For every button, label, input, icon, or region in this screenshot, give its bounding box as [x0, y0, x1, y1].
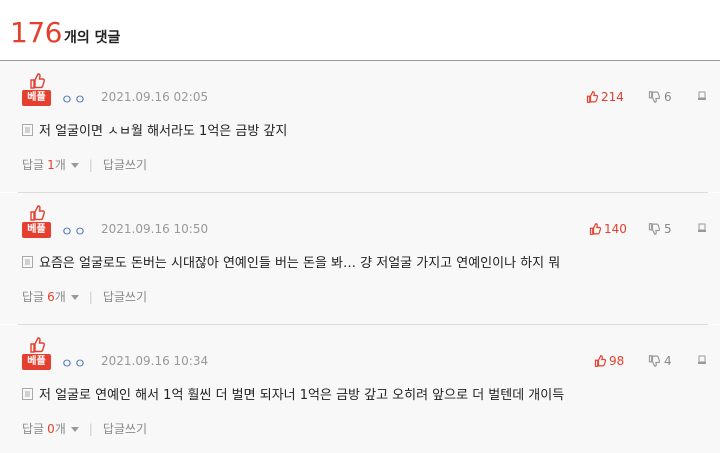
reply-toggle[interactable]: 답글 1개	[22, 156, 66, 173]
best-comment-badge: 베플	[22, 205, 52, 239]
reply-label: 답글	[22, 290, 45, 304]
reply-label: 답글	[22, 158, 45, 172]
comment-count-header: 176 개의 댓글	[10, 18, 120, 48]
write-reply-button[interactable]: 답글쓰기	[103, 156, 147, 173]
comment-date: 2021.09.16 02:05	[101, 90, 209, 104]
reply-toggle[interactable]: 답글 6개	[22, 288, 66, 305]
action-divider: |	[88, 289, 93, 304]
best-tag: 베플	[22, 354, 51, 370]
comment-item: 베플 ㅇㅇ 2021.09.16 10:34 98 4 저 얼굴로 연예인 해서…	[0, 325, 720, 453]
document-icon	[22, 255, 33, 268]
comment-date: 2021.09.16 10:34	[101, 354, 209, 368]
action-divider: |	[88, 157, 93, 172]
reply-count-suffix: 개	[54, 158, 66, 172]
comment-item: 베플 ㅇㅇ 2021.09.16 10:50 140 5 요즘은 얼굴로도 돈버…	[0, 193, 720, 324]
comment-author[interactable]: ㅇㅇ	[61, 89, 87, 108]
comment-text: 저 얼굴이면 ㅅㅂ월 해서라도 1억은 금방 갚지	[39, 124, 288, 139]
comment-count: 176	[10, 16, 62, 49]
comment-actions: 답글 1개 | 답글쓰기	[22, 156, 147, 173]
reply-toggle[interactable]: 답글 0개	[22, 420, 66, 437]
comment-item: 베플 ㅇㅇ 2021.09.16 02:05 214 6 저 얼굴이면 ㅅㅂ월 …	[0, 61, 720, 192]
reply-label: 답글	[22, 422, 45, 436]
report-icon[interactable]	[697, 223, 707, 233]
like-button[interactable]: 98	[594, 354, 624, 368]
best-comment-badge: 베플	[22, 337, 52, 371]
dislike-count: 4	[664, 354, 672, 368]
chevron-down-icon[interactable]	[70, 163, 79, 168]
document-icon	[22, 123, 33, 136]
comment-body: 요즘은 얼굴로도 돈버는 시대잖아 연예인들 버는 돈을 봐… 걍 저얼굴 가지…	[22, 252, 560, 271]
comment-date: 2021.09.16 10:50	[101, 222, 209, 236]
reply-count: 0	[47, 422, 55, 436]
report-icon[interactable]	[697, 355, 707, 365]
best-comment-badge: 베플	[22, 73, 52, 107]
reply-count: 6	[47, 290, 55, 304]
comment-count-label: 개의 댓글	[63, 30, 121, 46]
comment-author[interactable]: ㅇㅇ	[61, 221, 87, 240]
dislike-button[interactable]: 6	[648, 90, 672, 104]
comment-text: 저 얼굴로 연예인 해서 1억 훨씬 더 벌면 되자너 1억은 금방 갚고 오히…	[39, 388, 565, 403]
comment-actions: 답글 6개 | 답글쓰기	[22, 288, 147, 305]
reply-count-suffix: 개	[54, 422, 66, 436]
best-thumbs-up-icon	[30, 337, 45, 353]
comment-author[interactable]: ㅇㅇ	[61, 353, 87, 372]
dislike-button[interactable]: 5	[648, 222, 672, 236]
dislike-count: 5	[664, 222, 672, 236]
best-tag: 베플	[22, 222, 51, 238]
thumbs-down-icon	[648, 223, 660, 235]
like-button[interactable]: 140	[589, 222, 627, 236]
like-count: 98	[609, 354, 625, 368]
like-count: 214	[601, 90, 624, 104]
document-icon	[22, 387, 33, 400]
comment-text: 요즘은 얼굴로도 돈버는 시대잖아 연예인들 버는 돈을 봐… 걍 저얼굴 가지…	[39, 256, 561, 271]
dislike-button[interactable]: 4	[648, 354, 672, 368]
thumbs-down-icon	[648, 91, 660, 103]
like-button[interactable]: 214	[586, 90, 624, 104]
chevron-down-icon[interactable]	[70, 295, 79, 300]
report-icon[interactable]	[697, 91, 707, 101]
reply-count-suffix: 개	[54, 290, 66, 304]
action-divider: |	[88, 421, 93, 436]
thumbs-up-icon	[589, 223, 601, 235]
like-count: 140	[604, 222, 627, 236]
best-thumbs-up-icon	[30, 73, 45, 89]
reply-count: 1	[47, 158, 55, 172]
write-reply-button[interactable]: 답글쓰기	[103, 420, 147, 437]
chevron-down-icon[interactable]	[70, 427, 79, 432]
thumbs-up-icon	[594, 355, 606, 367]
best-thumbs-up-icon	[30, 205, 45, 221]
thumbs-down-icon	[648, 355, 660, 367]
comment-body: 저 얼굴이면 ㅅㅂ월 해서라도 1억은 금방 갚지	[22, 120, 287, 139]
best-tag: 베플	[22, 90, 51, 106]
thumbs-up-icon	[586, 91, 598, 103]
comment-body: 저 얼굴로 연예인 해서 1억 훨씬 더 벌면 되자너 1억은 금방 갚고 오히…	[22, 384, 564, 403]
dislike-count: 6	[664, 90, 672, 104]
write-reply-button[interactable]: 답글쓰기	[103, 288, 147, 305]
comment-actions: 답글 0개 | 답글쓰기	[22, 420, 147, 437]
